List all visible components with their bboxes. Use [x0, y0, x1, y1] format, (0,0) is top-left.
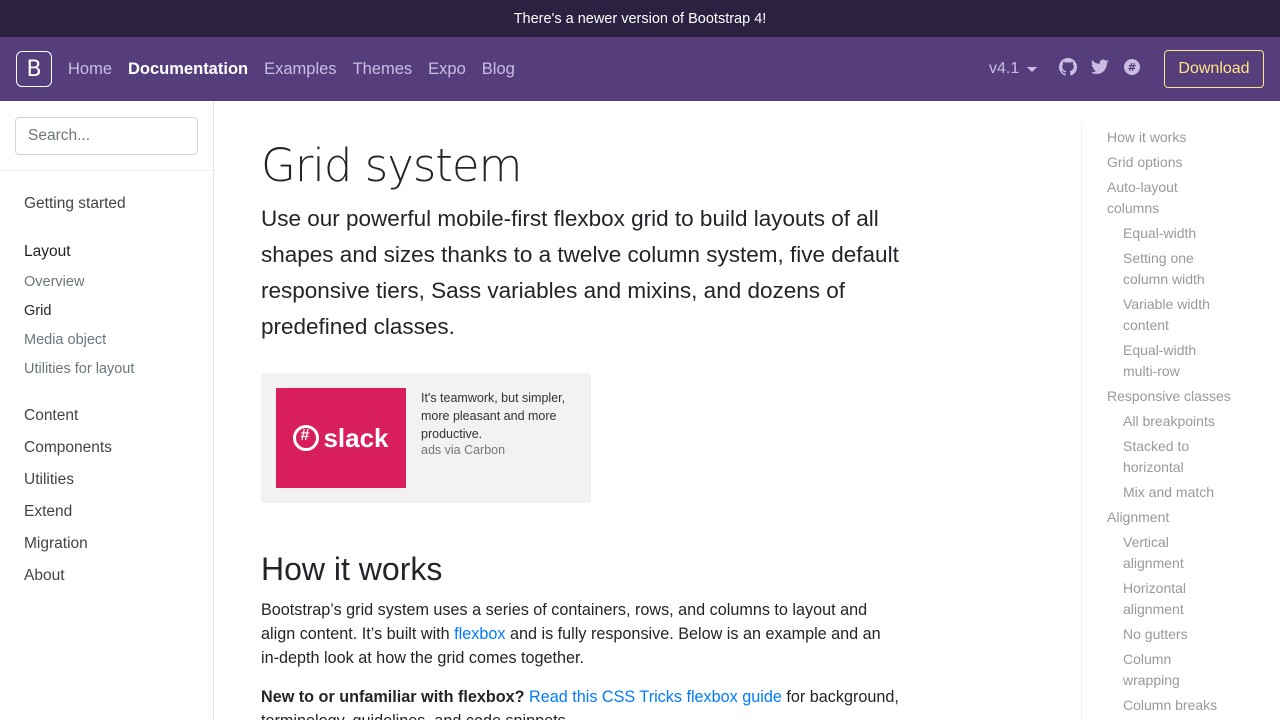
toc-all-breakpoints[interactable]: All breakpoints [1123, 411, 1243, 432]
bootstrap-logo[interactable]: B [16, 51, 52, 87]
top-navbar: B Home Documentation Examples Themes Exp… [0, 37, 1280, 101]
table-of-contents: How it works Grid options Auto-layout co… [1081, 125, 1280, 720]
toc-how-it-works[interactable]: How it works [1107, 127, 1267, 148]
nav-themes[interactable]: Themes [353, 60, 413, 79]
sidebar-about[interactable]: About [24, 567, 65, 585]
ad-text[interactable]: It's teamwork, but simpler, more pleasan… [421, 389, 586, 443]
toc-stacked-horizontal[interactable]: Stacked to horizontal [1123, 436, 1203, 478]
sidebar-migration[interactable]: Migration [24, 535, 88, 553]
nav-home[interactable]: Home [68, 60, 112, 79]
toc-mix-match[interactable]: Mix and match [1123, 482, 1243, 503]
nav-examples[interactable]: Examples [264, 60, 336, 79]
sidebar-item-utilities-layout[interactable]: Utilities for layout [24, 361, 134, 377]
sidebar-item-overview[interactable]: Overview [24, 274, 84, 290]
sidebar-getting-started[interactable]: Getting started [24, 195, 126, 213]
announcement-text[interactable]: There's a newer version of Bootstrap 4! [514, 11, 767, 27]
section-heading: How it works [261, 551, 443, 587]
search-area: Search... [0, 101, 213, 171]
slack-icon[interactable]: # [1122, 57, 1142, 77]
toc-equal-width-multirow[interactable]: Equal-width multi-row [1123, 340, 1213, 382]
sidebar-item-media-object[interactable]: Media object [24, 332, 106, 348]
slack-ad-image[interactable]: # slack [276, 388, 406, 488]
search-input[interactable]: Search... [15, 117, 198, 155]
sidebar-components[interactable]: Components [24, 439, 112, 457]
how-it-works-paragraph: Bootstrap’s grid system uses a series of… [261, 598, 901, 670]
toc-column-wrapping[interactable]: Column wrapping [1123, 649, 1193, 691]
sidebar-item-grid[interactable]: Grid [24, 303, 51, 319]
toc-grid-options[interactable]: Grid options [1107, 152, 1267, 173]
sidebar-extend[interactable]: Extend [24, 503, 72, 521]
main-nav: Home Documentation Examples Themes Expo … [68, 37, 531, 101]
p2-strong: New to or unfamiliar with flexbox? [261, 688, 525, 706]
carbon-ad[interactable]: # slack It's teamwork, but simpler, more… [261, 373, 591, 503]
toc-setting-one-column[interactable]: Setting one column width [1123, 248, 1223, 290]
slack-logo-icon: # [293, 425, 320, 451]
sidebar-utilities[interactable]: Utilities [24, 471, 74, 489]
version-dropdown[interactable]: v4.1 [989, 37, 1038, 101]
github-icon[interactable] [1058, 57, 1078, 77]
toc-variable-width[interactable]: Variable width content [1123, 294, 1223, 336]
toc-column-breaks[interactable]: Column breaks [1123, 695, 1243, 716]
ad-via-link[interactable]: ads via Carbon [421, 443, 505, 457]
svg-text:#: # [1127, 61, 1136, 74]
toc-auto-layout[interactable]: Auto-layout columns [1107, 177, 1207, 219]
twitter-icon[interactable] [1090, 57, 1110, 77]
toc-no-gutters[interactable]: No gutters [1123, 624, 1243, 645]
sidebar-content[interactable]: Content [24, 407, 78, 425]
toc-alignment[interactable]: Alignment [1107, 507, 1267, 528]
sidebar-layout[interactable]: Layout [24, 243, 71, 261]
page-title: Grid system [261, 139, 522, 192]
css-tricks-link[interactable]: Read this CSS Tricks flexbox guide [529, 688, 782, 706]
nav-expo[interactable]: Expo [428, 60, 466, 79]
nav-documentation[interactable]: Documentation [128, 60, 248, 79]
slack-logo-text: slack [323, 422, 389, 453]
version-announcement[interactable]: There's a newer version of Bootstrap 4! [0, 0, 1280, 37]
toc-vertical-alignment[interactable]: Vertical alignment [1123, 532, 1193, 574]
flexbox-link[interactable]: flexbox [454, 625, 505, 643]
nav-blog[interactable]: Blog [482, 60, 515, 79]
toc-responsive-classes[interactable]: Responsive classes [1107, 386, 1267, 407]
docs-sidebar: Search... Getting started Layout Overvie… [0, 101, 214, 720]
lead-paragraph: Use our powerful mobile-first flexbox gr… [261, 206, 899, 339]
flexbox-guide-paragraph: New to or unfamiliar with flexbox? Read … [261, 685, 901, 720]
download-button[interactable]: Download [1164, 50, 1264, 88]
caret-down-icon [1027, 66, 1038, 72]
toc-horizontal-alignment[interactable]: Horizontal alignment [1123, 578, 1193, 620]
toc-equal-width[interactable]: Equal-width [1123, 223, 1243, 244]
version-label: v4.1 [989, 60, 1020, 77]
